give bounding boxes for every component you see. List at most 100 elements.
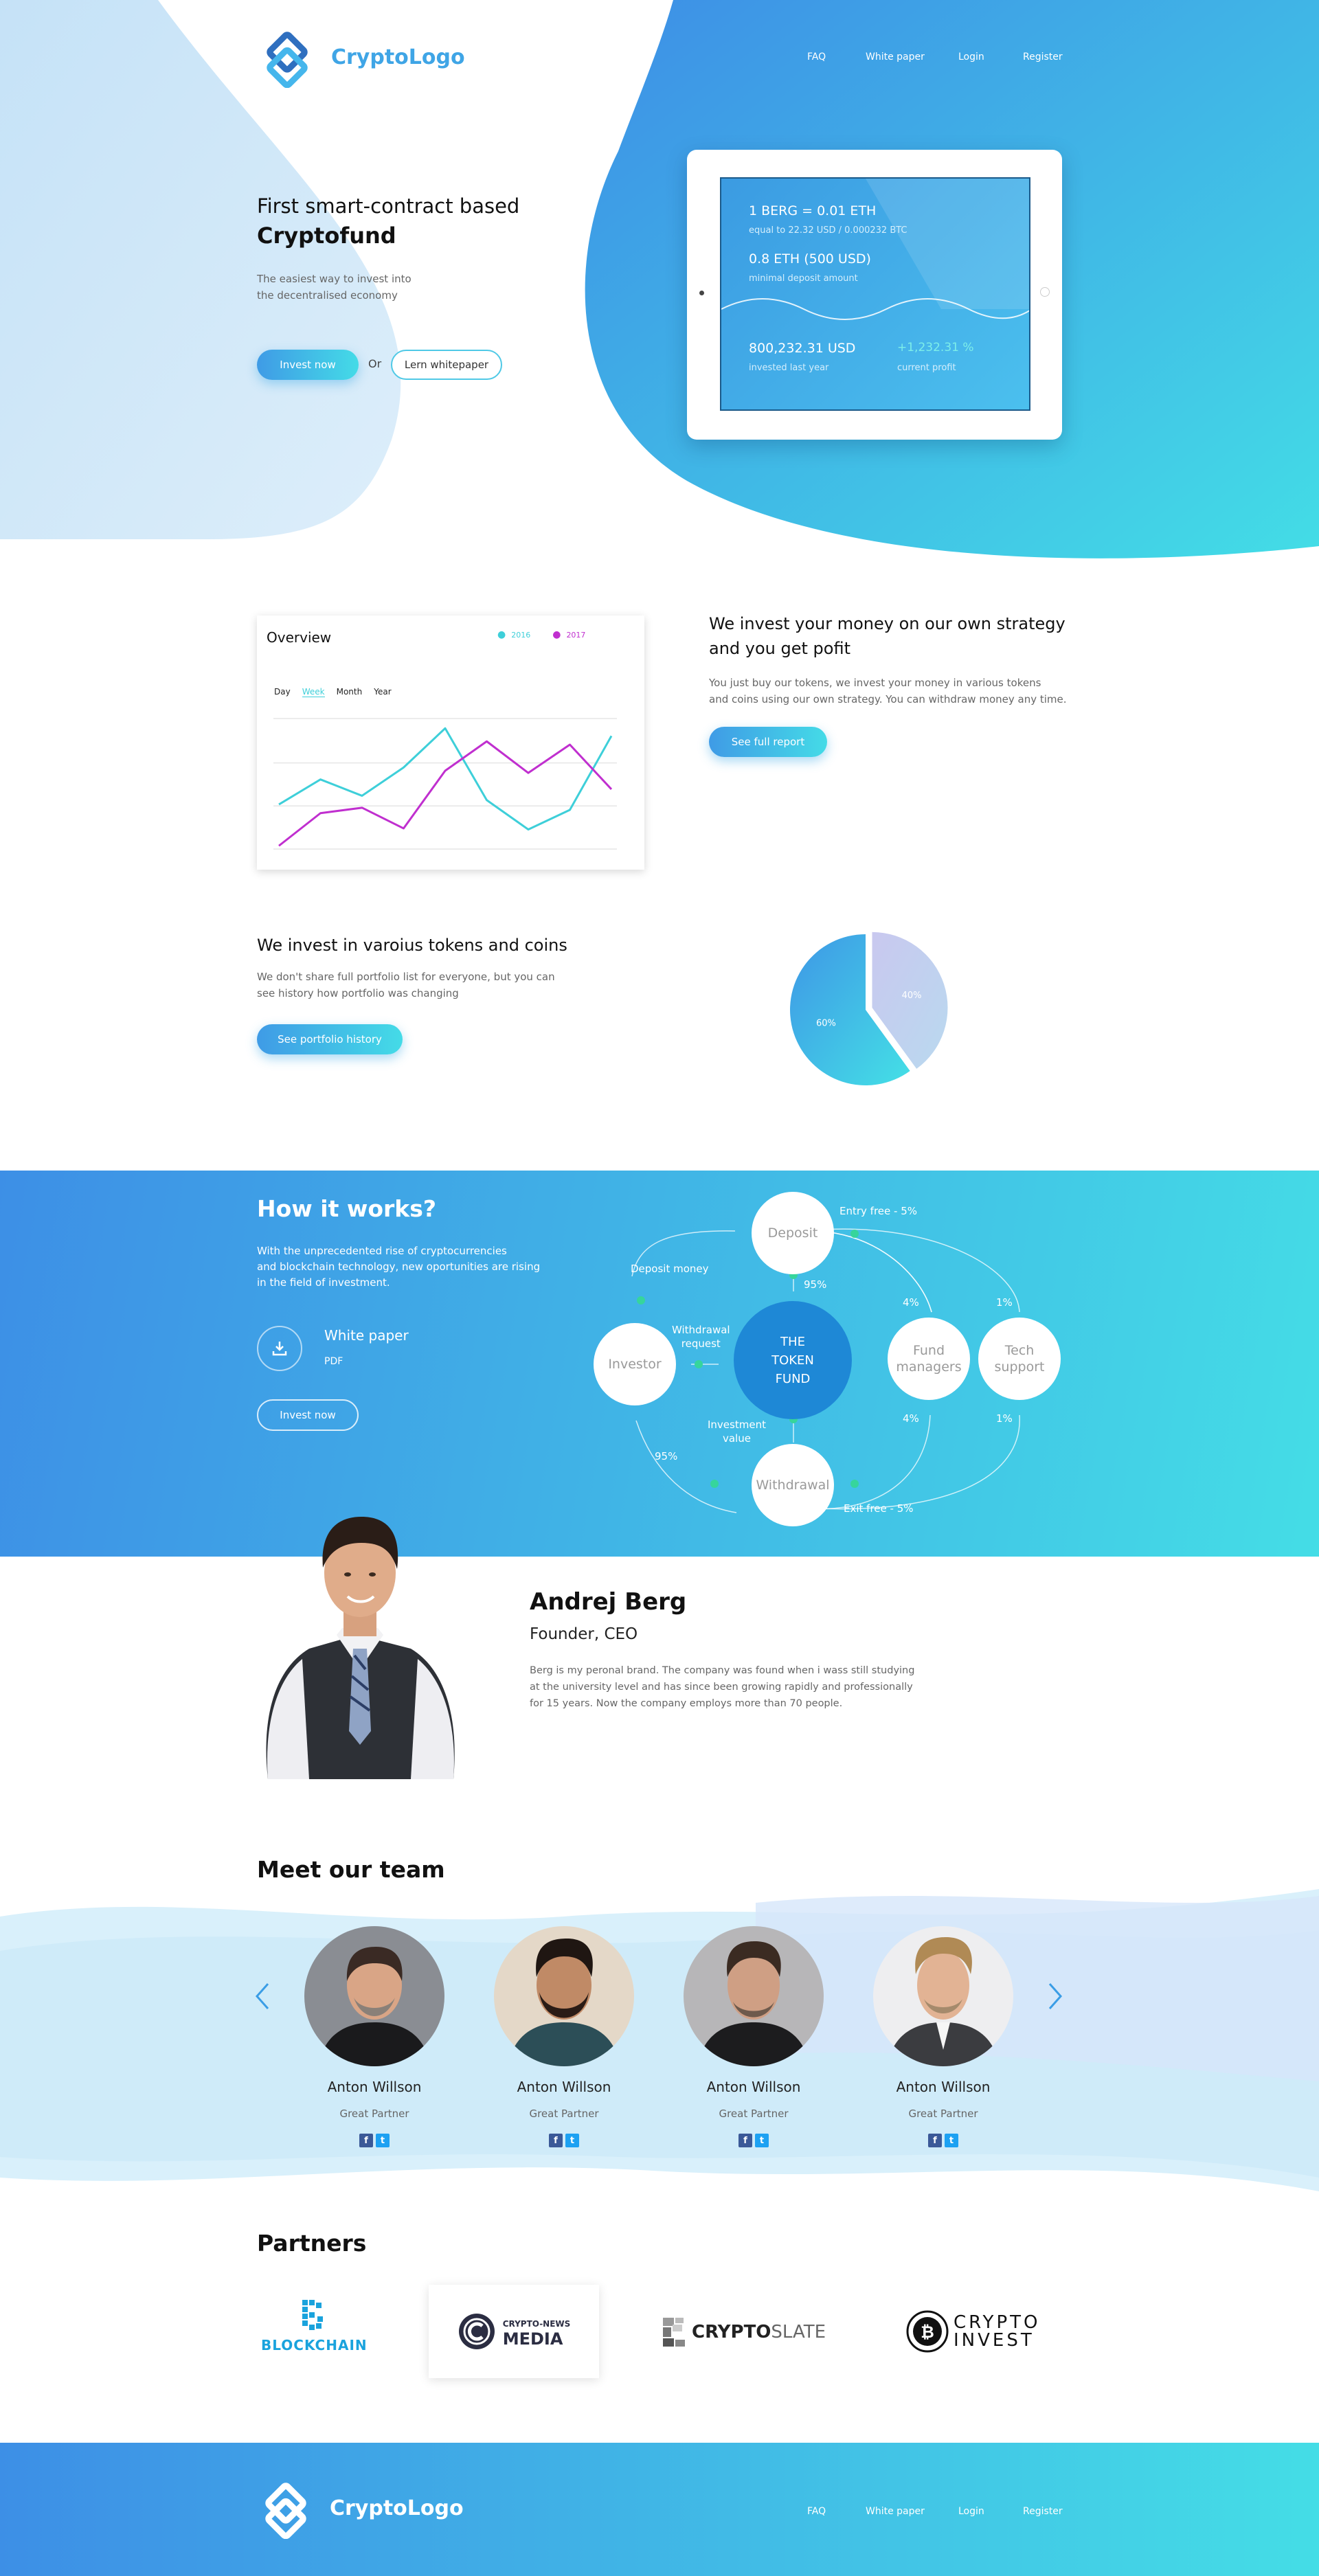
min-deposit: 0.8 ETH (500 USD): [749, 251, 871, 267]
tablet-home-button[interactable]: [1040, 287, 1050, 297]
founder-bio-line1: Berg is my peronal brand. The company wa…: [530, 1665, 915, 1676]
tab-year[interactable]: Year: [374, 687, 391, 697]
team-member-photo: [494, 1926, 634, 2066]
team-next-arrow[interactable]: [1047, 1981, 1063, 2011]
fund-line2: TOKEN: [771, 1353, 814, 1368]
team-member-photo: [873, 1926, 1013, 2066]
download-whitepaper-button[interactable]: [257, 1326, 302, 1371]
investment-value-line2: value: [722, 1432, 751, 1445]
legend-2017: 2017: [566, 630, 586, 640]
tokens-text-line1: We don't share full portfolio list for e…: [257, 971, 555, 983]
team-member-role: Great Partner: [908, 2108, 978, 2120]
svg-text:₿: ₿: [921, 2323, 934, 2342]
see-full-report-button[interactable]: See full report: [709, 727, 827, 757]
fund-managers-line1: Fund: [912, 1343, 945, 1358]
nav-register[interactable]: Register: [1023, 52, 1063, 63]
team-member-name: Anton Willson: [517, 2079, 611, 2095]
overview-card: Overview ● 2016 ● 2017 Day Week Month Ye…: [257, 615, 644, 870]
overview-line-chart: [273, 718, 617, 850]
facebook-icon[interactable]: f: [359, 2134, 373, 2147]
label-investment-value: Investment value: [708, 1418, 766, 1445]
cryptoinvest-b: INVEST: [954, 2330, 1035, 2351]
withdrawal-request-line1: Withdrawal: [672, 1324, 730, 1336]
strategy-title: We invest your money on our own strategy…: [709, 611, 1066, 661]
label-entry-free: Entry free - 5%: [839, 1205, 917, 1217]
footer-nav-faq[interactable]: FAQ: [807, 2506, 866, 2517]
cryptoslate-wordmark-b: SLATE: [771, 2322, 826, 2342]
social-links: f t: [681, 2134, 826, 2147]
whitepaper-button[interactable]: Lern whitepaper: [391, 350, 502, 380]
cryptoinvest-wordmark: CRYPTO INVEST: [954, 2314, 1040, 2349]
strategy-text-line1: You just buy our tokens, we invest your …: [709, 677, 1041, 689]
facebook-icon[interactable]: f: [739, 2134, 752, 2147]
facebook-icon[interactable]: f: [928, 2134, 942, 2147]
top-nav: FAQ White paper Login Register: [807, 52, 1063, 63]
partner-blockchain[interactable]: BLOCKCHAIN: [261, 2297, 367, 2353]
label-deposit-money: Deposit money: [631, 1263, 709, 1275]
hero-subtitle: The easiest way to invest into the decen…: [257, 271, 412, 304]
blockchain-logo-icon: [302, 2300, 323, 2330]
portfolio-pie-chart: 40% 60%: [790, 931, 948, 1085]
logo-icon: [267, 32, 308, 88]
tablet-screen: 1 BERG = 0.01 ETH equal to 22.32 USD / 0…: [720, 177, 1030, 411]
legend-2016: 2016: [511, 630, 531, 640]
label-95-bottom: 95%: [655, 1450, 678, 1462]
invest-now-button[interactable]: Invest now: [257, 350, 359, 380]
partner-cryptonews[interactable]: CRYPTO-NEWS MEDIA: [429, 2285, 599, 2378]
hero-subtitle-line2: the decentralised economy: [257, 289, 398, 302]
legend-marker-2017: ●: [552, 629, 561, 640]
tab-day[interactable]: Day: [274, 687, 291, 697]
cryptoinvest-a: CRYPTO: [954, 2312, 1041, 2333]
cryptoinvest-logo-icon: ₿: [906, 2310, 949, 2353]
founder-photo: [266, 1517, 455, 1779]
team-prev-arrow[interactable]: [254, 1981, 271, 2011]
facebook-icon[interactable]: f: [549, 2134, 563, 2147]
founder-bio-line2: at the university level and has since be…: [530, 1682, 913, 1693]
team-member-role: Great Partner: [339, 2108, 409, 2120]
social-links: f t: [302, 2134, 447, 2147]
node-tech-support: Tech support: [978, 1318, 1061, 1400]
partner-cryptoslate[interactable]: CRYPTO SLATE: [663, 2318, 826, 2347]
strategy-title-line2: and you get pofit: [709, 639, 850, 658]
brand-logo[interactable]: CryptoLogo: [257, 26, 465, 88]
footer-nav-login[interactable]: Login: [958, 2506, 1023, 2517]
how-text-line2: and blockchain technology, new oportunit…: [257, 1261, 541, 1273]
social-links: f t: [492, 2134, 636, 2147]
invested-amount: 800,232.31 USD: [749, 341, 856, 356]
see-portfolio-history-button[interactable]: See portfolio history: [257, 1024, 403, 1054]
or-text: Or: [368, 357, 382, 370]
twitter-icon[interactable]: t: [755, 2134, 769, 2147]
tab-month[interactable]: Month: [337, 687, 363, 697]
partner-cryptoinvest[interactable]: ₿ CRYPTO INVEST: [905, 2309, 1040, 2353]
nav-faq[interactable]: FAQ: [807, 52, 866, 63]
how-invest-now-button[interactable]: Invest now: [257, 1399, 359, 1431]
twitter-icon[interactable]: t: [376, 2134, 390, 2147]
investment-value-line1: Investment: [708, 1419, 766, 1431]
tab-week[interactable]: Week: [302, 687, 325, 697]
team-member-name: Anton Willson: [706, 2079, 801, 2095]
overview-title: Overview: [267, 629, 332, 646]
founder-name: Andrej Berg: [530, 1588, 687, 1616]
footer-brand-logo[interactable]: CryptoLogo: [256, 2477, 464, 2539]
team-member-role: Great Partner: [719, 2108, 789, 2120]
team-member-photo: [304, 1926, 444, 2066]
fund-managers-line2: managers: [896, 1359, 962, 1375]
nav-whitepaper[interactable]: White paper: [866, 52, 958, 63]
how-text-line1: With the unprecedented rise of cryptocur…: [257, 1245, 507, 1257]
hero-title-line1: First smart-contract based: [257, 194, 520, 218]
hero-subtitle-line1: The easiest way to invest into: [257, 273, 412, 285]
footer-nav-whitepaper[interactable]: White paper: [866, 2506, 958, 2517]
founder-bio-line3: for 15 years. Now the company employs mo…: [530, 1698, 843, 1709]
pie-label: 60%: [816, 1019, 836, 1029]
pie-label: 40%: [902, 991, 922, 1001]
founder-bio: Berg is my peronal brand. The company wa…: [530, 1662, 914, 1712]
footer-logo-icon: [265, 2483, 306, 2539]
nav-login[interactable]: Login: [958, 52, 1023, 63]
hero-title-line2: Cryptofund: [257, 223, 396, 249]
footer-nav-register[interactable]: Register: [1023, 2506, 1063, 2517]
twitter-icon[interactable]: t: [945, 2134, 958, 2147]
tablet-camera: [699, 291, 704, 295]
cryptonews-wordmark: CRYPTO-NEWS MEDIA: [503, 2316, 571, 2347]
twitter-icon[interactable]: t: [565, 2134, 579, 2147]
cryptonews-big: MEDIA: [502, 2329, 563, 2349]
